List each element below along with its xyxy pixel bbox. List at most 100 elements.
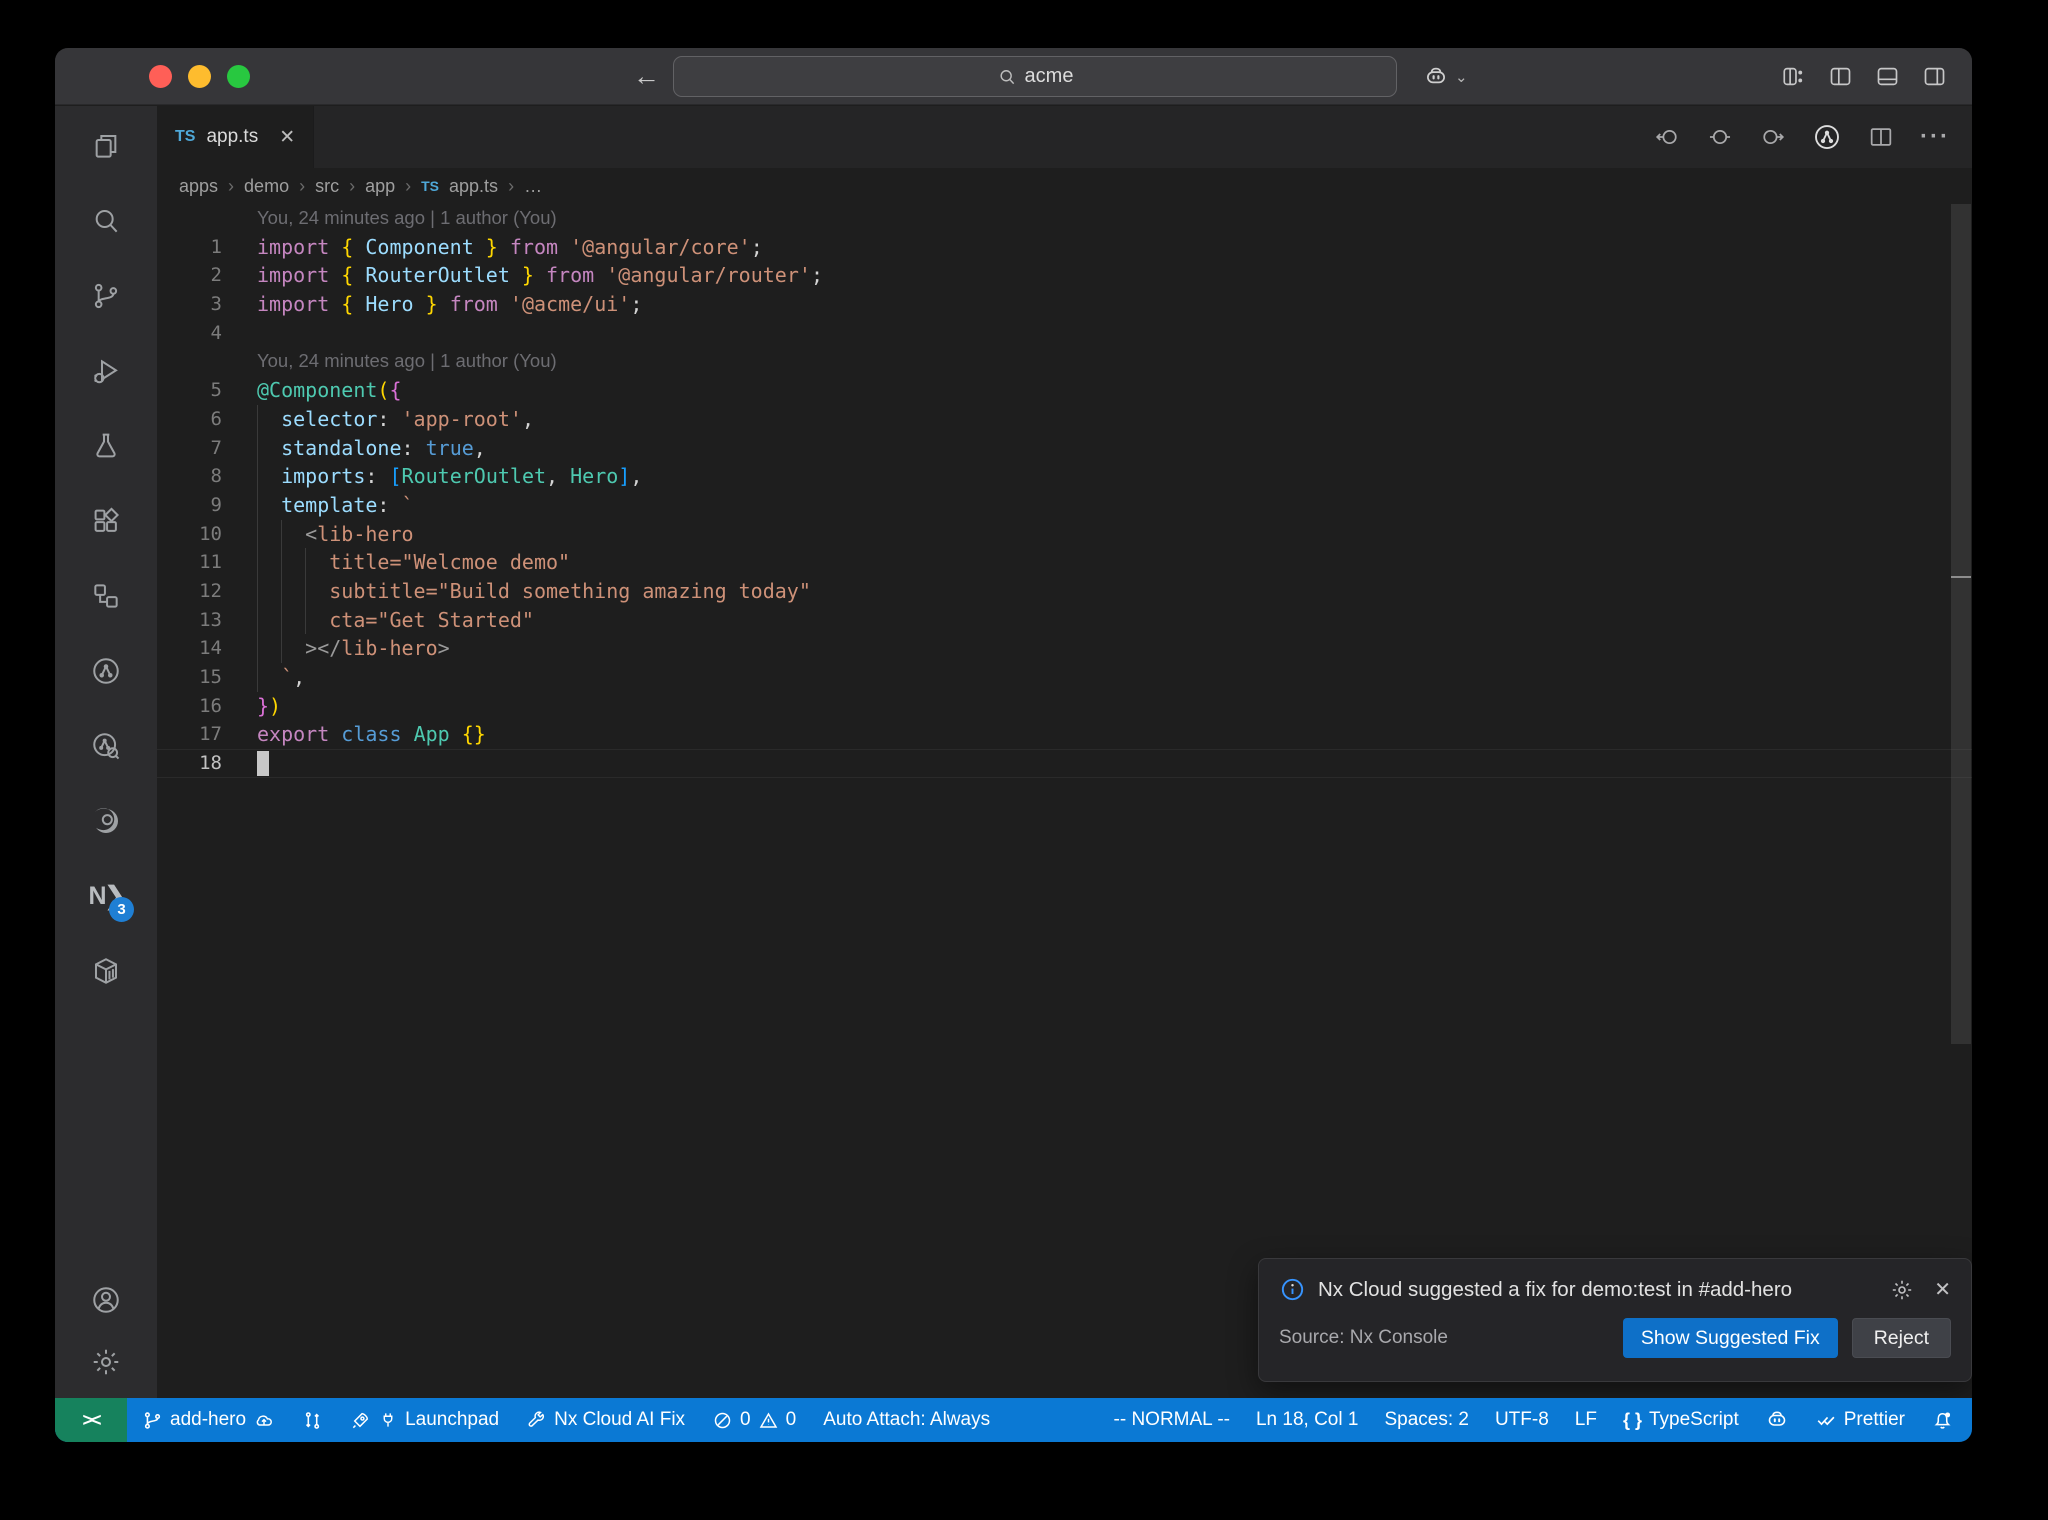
reject-button[interactable]: Reject bbox=[1851, 1318, 1951, 1358]
vim-mode-status[interactable]: -- NORMAL -- bbox=[1114, 1409, 1230, 1431]
code-row[interactable]: 17 export class App {} bbox=[157, 720, 1972, 749]
tab-app-ts[interactable]: TS app.ts ✕ bbox=[157, 106, 315, 168]
nx-graph-search-icon[interactable] bbox=[90, 730, 122, 762]
breadcrumb-symbol-ellipsis[interactable]: … bbox=[524, 176, 542, 197]
indent-guide bbox=[281, 576, 282, 606]
show-suggested-fix-button[interactable]: Show Suggested Fix bbox=[1622, 1318, 1838, 1358]
nx-cloud-ai-fix-status[interactable]: Nx Cloud AI Fix bbox=[526, 1409, 685, 1431]
navigate-back-arrow-icon[interactable]: ← bbox=[633, 61, 660, 92]
traffic-lights bbox=[149, 65, 250, 88]
auto-attach-status[interactable]: Auto Attach: Always bbox=[823, 1409, 990, 1431]
encoding-status[interactable]: UTF-8 bbox=[1495, 1409, 1549, 1431]
testing-icon[interactable] bbox=[90, 430, 122, 462]
edge-devtools-icon[interactable] bbox=[90, 805, 122, 837]
rocket-icon bbox=[352, 1412, 369, 1428]
source-control-icon[interactable] bbox=[90, 280, 122, 312]
eol-status[interactable]: LF bbox=[1575, 1409, 1597, 1431]
code-row[interactable]: 14 ></lib-hero> bbox=[157, 634, 1972, 663]
navigate-position-icon[interactable] bbox=[1706, 123, 1734, 151]
code-row[interactable]: 2 import { RouterOutlet } from '@angular/… bbox=[157, 261, 1972, 290]
code-row[interactable]: 13 cta="Get Started" bbox=[157, 605, 1972, 635]
code-row[interactable]: 10 <lib-hero bbox=[157, 519, 1972, 549]
code-row[interactable]: 12 subtitle="Build something amazing tod… bbox=[157, 576, 1972, 606]
copilot-menu[interactable]: ⌄ bbox=[1423, 48, 1468, 105]
accounts-icon[interactable] bbox=[90, 1284, 122, 1316]
editor-scrollbar[interactable] bbox=[1951, 204, 1971, 1044]
code-row[interactable]: 5 @Component({ bbox=[157, 376, 1972, 405]
breadcrumb-item[interactable]: apps bbox=[179, 176, 218, 197]
run-debug-icon[interactable] bbox=[90, 355, 122, 387]
customize-layout-icon[interactable] bbox=[1780, 63, 1807, 90]
code-row[interactable]: 1 import { Component } from '@angular/cor… bbox=[157, 233, 1972, 262]
line-number: 1 bbox=[210, 235, 222, 258]
blame-row[interactable]: You, 24 minutes ago | 1 author (You) bbox=[157, 347, 1972, 376]
toggle-primary-sidebar-icon[interactable] bbox=[1827, 63, 1854, 90]
code-line: import { Component } from '@angular/core… bbox=[257, 234, 763, 259]
navigate-forward-icon[interactable] bbox=[1759, 123, 1787, 151]
breadcrumb-item[interactable]: src bbox=[315, 176, 339, 197]
code-row[interactable]: 6 selector: 'app-root', bbox=[157, 404, 1972, 434]
notification-close-icon[interactable]: ✕ bbox=[1934, 1277, 1951, 1302]
copilot-icon bbox=[1768, 1411, 1786, 1426]
indentation-status[interactable]: Spaces: 2 bbox=[1384, 1409, 1469, 1431]
navigate-back-icon[interactable] bbox=[1653, 123, 1681, 151]
close-tab-icon[interactable]: ✕ bbox=[279, 126, 295, 149]
explorer-icon[interactable] bbox=[90, 130, 122, 162]
close-window-button[interactable] bbox=[149, 65, 172, 88]
code-row[interactable]: 16}) bbox=[157, 692, 1972, 721]
extensions-icon[interactable] bbox=[90, 505, 122, 537]
settings-gear-icon[interactable] bbox=[90, 1346, 122, 1378]
breadcrumb-item[interactable]: demo bbox=[244, 176, 289, 197]
git-compare-icon bbox=[305, 1411, 320, 1429]
typescript-file-icon: TS bbox=[421, 178, 440, 194]
code-editor[interactable]: You, 24 minutes ago | 1 author (You) 1 imp… bbox=[157, 204, 1972, 778]
git-branch-status[interactable]: add-hero bbox=[142, 1409, 275, 1431]
line-number: 4 bbox=[210, 321, 222, 344]
zoom-window-button[interactable] bbox=[227, 65, 250, 88]
notification-toast: Nx Cloud suggested a fix for demo:test i… bbox=[1258, 1258, 1972, 1382]
cursor-position-status[interactable]: Ln 18, Col 1 bbox=[1256, 1409, 1358, 1431]
code-row[interactable]: 4 bbox=[157, 319, 1972, 348]
tab-bar: TS app.ts ✕ ··· bbox=[157, 106, 1972, 168]
breadcrumb-file[interactable]: app.ts bbox=[449, 176, 498, 197]
git-compare-status[interactable] bbox=[302, 1410, 323, 1431]
toggle-secondary-sidebar-icon[interactable] bbox=[1921, 63, 1948, 90]
toggle-panel-icon[interactable] bbox=[1874, 63, 1901, 90]
blame-row[interactable]: You, 24 minutes ago | 1 author (You) bbox=[157, 204, 1972, 233]
line-number: 16 bbox=[199, 694, 222, 717]
code-row[interactable]: 3 import { Hero } from '@acme/ui'; bbox=[157, 290, 1972, 319]
indent-guide bbox=[257, 548, 258, 577]
code-row[interactable]: 7 standalone: true, bbox=[157, 433, 1972, 463]
code-row[interactable]: 9 template: ` bbox=[157, 490, 1972, 520]
launchpad-status[interactable]: Launchpad bbox=[350, 1409, 499, 1431]
references-hierarchy-icon[interactable] bbox=[90, 580, 122, 612]
vim-block-cursor bbox=[257, 751, 269, 777]
problems-status[interactable]: 0 0 bbox=[712, 1409, 796, 1431]
command-center-search[interactable]: acme bbox=[673, 56, 1397, 97]
minimize-window-button[interactable] bbox=[188, 65, 211, 88]
formatter-status[interactable]: Prettier bbox=[1815, 1409, 1905, 1431]
code-row[interactable]: 8 imports: [RouterOutlet, Hero], bbox=[157, 462, 1972, 491]
copilot-status[interactable] bbox=[1765, 1408, 1789, 1432]
indent-guide bbox=[281, 519, 282, 549]
notification-settings-gear-icon[interactable] bbox=[1890, 1278, 1914, 1302]
remote-indicator[interactable]: >< bbox=[55, 1398, 127, 1442]
nx-project-graph-icon[interactable] bbox=[90, 655, 122, 687]
breadcrumb-item[interactable]: app bbox=[365, 176, 395, 197]
nx-console-icon[interactable]: N❯ 3 bbox=[89, 880, 134, 922]
containers-icon[interactable] bbox=[90, 955, 122, 987]
code-row[interactable]: 15 `, bbox=[157, 663, 1972, 692]
notification-source: Source: Nx Console bbox=[1279, 1327, 1448, 1348]
line-number: 8 bbox=[210, 465, 222, 488]
split-editor-icon[interactable] bbox=[1867, 123, 1895, 151]
code-line: `, bbox=[257, 663, 1972, 692]
code-row[interactable]: 11 title="Welcmoe demo" bbox=[157, 548, 1972, 577]
blame-annotation: You, 24 minutes ago | 1 author (You) bbox=[257, 350, 557, 372]
line-number: 14 bbox=[199, 637, 222, 660]
more-actions-icon[interactable]: ··· bbox=[1920, 123, 1950, 151]
code-row[interactable]: 18 bbox=[157, 749, 1972, 778]
search-icon[interactable] bbox=[90, 205, 122, 237]
notifications-bell[interactable] bbox=[1931, 1409, 1954, 1432]
nx-run-target-icon[interactable] bbox=[1812, 122, 1842, 152]
language-mode-status[interactable]: { } TypeScript bbox=[1623, 1409, 1739, 1431]
